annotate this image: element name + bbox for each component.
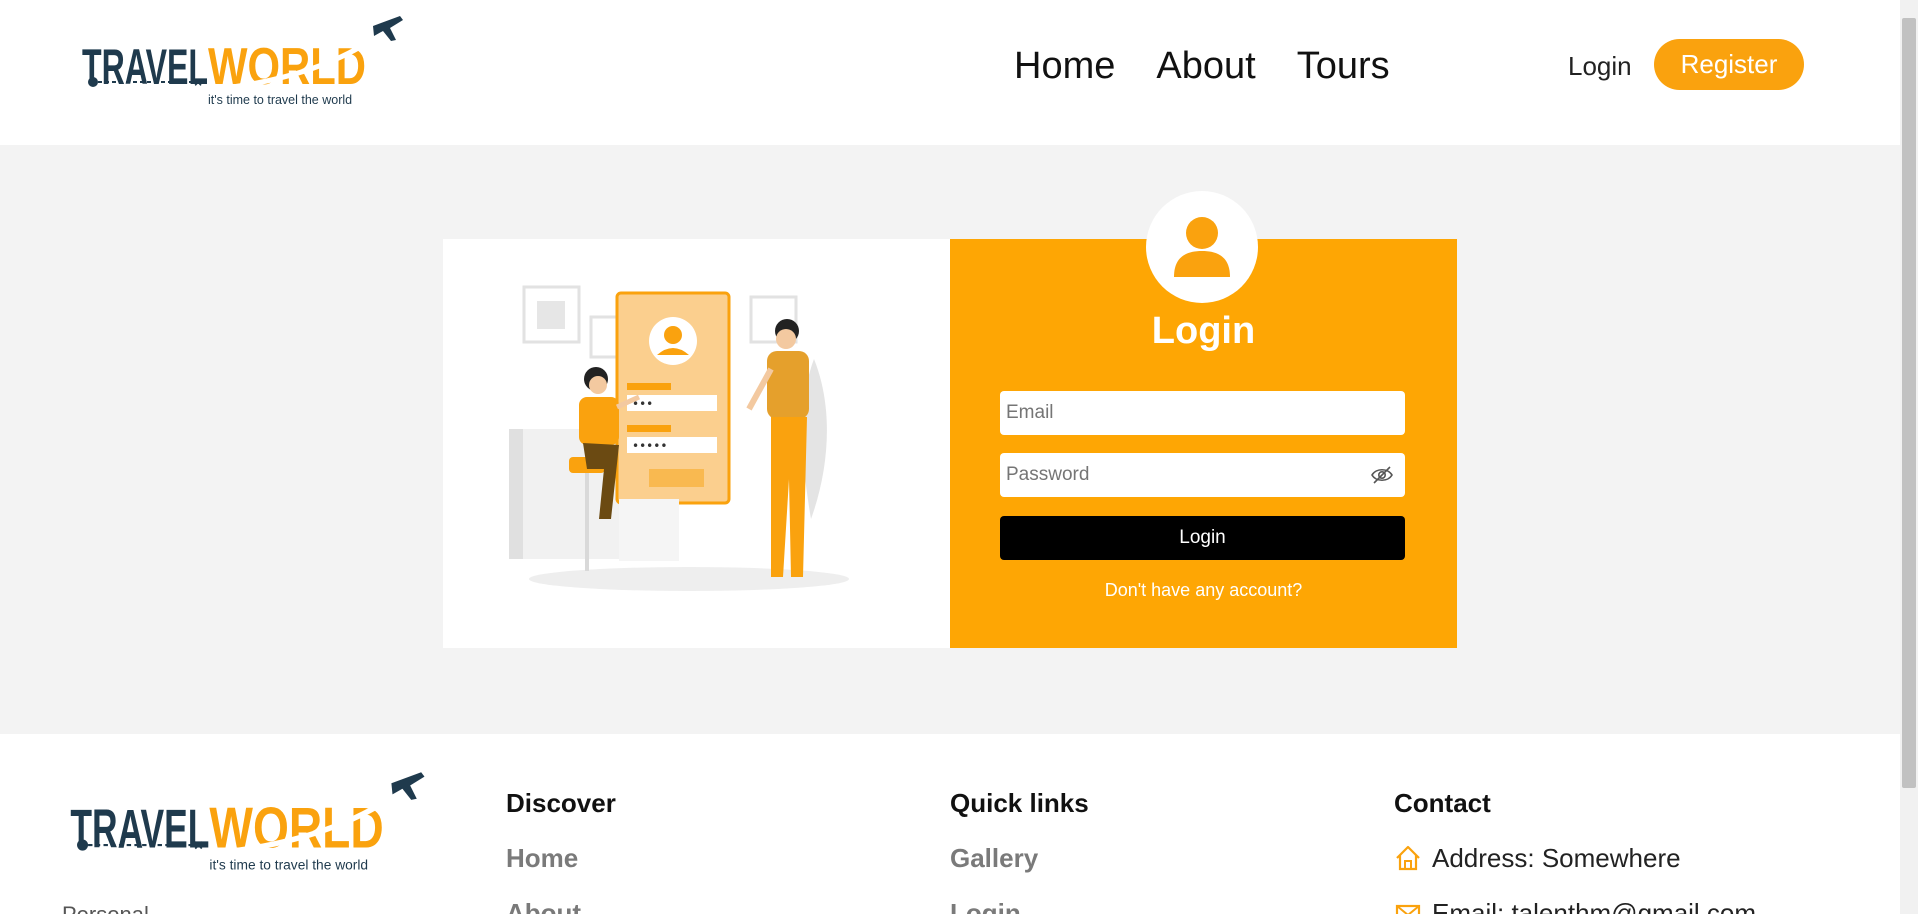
avatar	[1146, 191, 1258, 303]
login-section: ••• •••••	[0, 145, 1900, 734]
cabinet-side	[509, 429, 523, 559]
footer-travel-world-logo[interactable]: TRAVEL WORLD × it's time to travel the w…	[66, 770, 430, 876]
nav-about[interactable]: About	[1156, 40, 1255, 92]
footer-airplane-icon	[391, 772, 425, 800]
footer-address: Address: Somewhere	[1394, 841, 1756, 875]
signup-link[interactable]: Don't have any account?	[950, 580, 1457, 601]
main-nav: Home About Tours	[1014, 40, 1390, 92]
user-icon	[1174, 217, 1230, 277]
footer-logo-dot	[77, 839, 89, 851]
footer-logo-tagline: it's time to travel the world	[209, 857, 368, 872]
login-title: Login	[1151, 310, 1256, 352]
wall-frame-inner	[537, 301, 565, 329]
login-illustration: ••• •••••	[509, 285, 849, 591]
site-footer: TRAVEL WORLD × it's time to travel the w…	[0, 734, 1900, 914]
footer-email-text: Email: talenthm@gmail.com	[1432, 898, 1757, 914]
logo-word-travel: TRAVEL	[82, 39, 208, 95]
site-header: TRAVEL WORLD × it's time to travel the w…	[0, 0, 1900, 145]
woman-face	[589, 376, 607, 394]
footer-quick-links: Quick links Gallery Login	[950, 786, 1089, 914]
register-button[interactable]: Register	[1654, 39, 1804, 90]
man-face	[776, 329, 796, 349]
phone-avatar-head	[664, 326, 682, 344]
email-input[interactable]	[1000, 391, 1405, 435]
footer-link-about[interactable]: About	[506, 896, 616, 914]
header-login-link[interactable]: Login	[1568, 48, 1632, 84]
password-input[interactable]	[1000, 453, 1405, 497]
man-pants	[771, 417, 807, 577]
login-submit-button[interactable]: Login	[1000, 516, 1405, 560]
phone-button	[649, 469, 704, 487]
login-illustration-card: ••• •••••	[443, 239, 950, 648]
man-shirt	[767, 351, 809, 419]
footer-email: Email: talenthm@gmail.com	[1394, 896, 1756, 914]
travel-world-logo[interactable]: TRAVEL WORLD × it's time to travel the w…	[78, 14, 408, 110]
footer-address-text: Address: Somewhere	[1432, 843, 1681, 873]
airplane-icon	[373, 16, 403, 41]
logo-dot	[88, 77, 98, 87]
footer-quick-links-heading: Quick links	[950, 788, 1089, 818]
footer-discover-heading: Discover	[506, 788, 616, 818]
footer-link-gallery[interactable]: Gallery	[950, 841, 1089, 875]
phone-label-2	[627, 425, 671, 432]
footer-description: Personal	[62, 902, 149, 914]
footer-contact: Contact Address: Somewhere Email: talent…	[1394, 786, 1756, 914]
footer-logo-x-mark: ×	[194, 838, 203, 855]
home-icon	[1396, 845, 1420, 871]
phone-dots-2: •••••	[632, 439, 667, 453]
eye-slash-icon[interactable]	[1371, 465, 1393, 485]
page-scrollbar-thumb[interactable]	[1902, 18, 1916, 788]
footer-link-login[interactable]: Login	[950, 896, 1089, 914]
phone-label-1	[627, 383, 671, 390]
mail-icon	[1395, 904, 1421, 914]
footer-discover: Discover Home About	[506, 786, 616, 914]
logo-x-mark: ×	[194, 74, 202, 90]
footer-contact-heading: Contact	[1394, 788, 1491, 818]
side-table	[619, 499, 679, 561]
footer-logo-word-travel: TRAVEL	[70, 797, 209, 859]
logo-tagline: it's time to travel the world	[208, 93, 352, 107]
footer-link-home[interactable]: Home	[506, 841, 616, 875]
nav-tours[interactable]: Tours	[1297, 40, 1390, 92]
woman-top	[579, 397, 619, 445]
nav-home[interactable]: Home	[1014, 40, 1115, 92]
